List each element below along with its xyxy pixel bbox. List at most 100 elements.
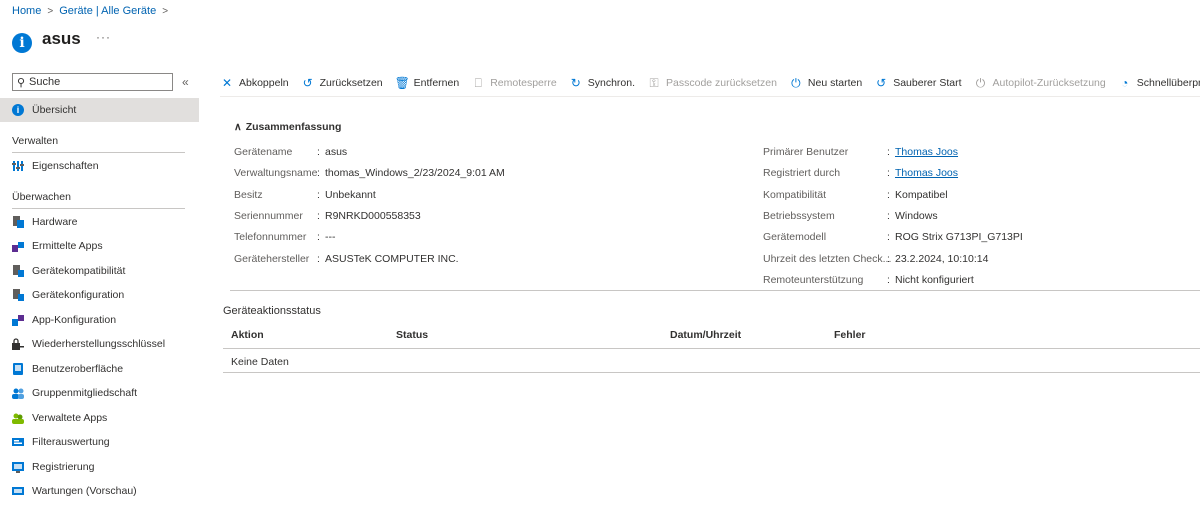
restart-button[interactable]: ⏻ Neu starten (789, 76, 862, 91)
sidebar-item-label: Wartungen (Vorschau) (32, 485, 137, 497)
property-operating-system: Betriebssystem: Windows (763, 210, 938, 222)
info-icon: i (12, 104, 24, 116)
quick-scan-icon: ◔ (1121, 76, 1129, 90)
chevron-up-icon: ∧ (234, 121, 242, 133)
column-header-status[interactable]: Status (396, 329, 428, 341)
collapse-sidebar-button[interactable]: « (182, 75, 189, 89)
apps-icon (12, 240, 24, 252)
configuration-icon (12, 289, 24, 301)
empty-table-message: Keine Daten (231, 356, 289, 368)
summary-toggle[interactable]: ∧ Zusammenfassung (234, 121, 341, 133)
page-title: asus (42, 29, 81, 48)
lock-key-icon (12, 338, 24, 350)
sync-button[interactable]: ↻ Synchron. (569, 76, 635, 90)
sidebar-item-label: Eigenschaften (32, 160, 99, 172)
column-header-action[interactable]: Aktion (231, 329, 264, 341)
undo-icon: ↺ (302, 76, 313, 90)
delete-button[interactable]: 🗑 Entfernen (395, 76, 460, 90)
search-icon: ⚲ (16, 76, 26, 89)
chevron-right-icon: > (162, 5, 169, 17)
breadcrumb: Home > Geräte | Alle Geräte > (12, 5, 174, 17)
breadcrumb-home[interactable]: Home (12, 5, 41, 17)
sidebar-item-managed-apps[interactable]: Verwaltete Apps (0, 406, 199, 430)
divider (223, 372, 1200, 373)
primary-user-link[interactable]: Thomas Joos (895, 146, 958, 158)
search-box[interactable]: ⚲ (12, 73, 173, 91)
sidebar-item-discovered-apps[interactable]: Ermittelte Apps (0, 234, 199, 258)
property-enrolled-by: Registriert durch: Thomas Joos (763, 167, 959, 179)
divider (230, 290, 1200, 291)
sidebar-item-label: Hardware (32, 216, 78, 228)
trash-icon: 🗑 (394, 76, 410, 90)
managed-apps-icon (12, 412, 24, 424)
sidebar-item-label: Gerätekonfiguration (32, 289, 125, 301)
power-icon: ⏻ (791, 75, 801, 90)
section-monitor-heading: Überwachen (12, 191, 71, 203)
sidebar-item-overview[interactable]: i Übersicht (0, 98, 199, 122)
compliance-icon (12, 265, 24, 277)
sidebar-item-label: Registrierung (32, 461, 95, 473)
property-compliance: Kompatibilität: Kompatibel (763, 189, 948, 201)
sidebar-item-label: Benutzeroberfläche (32, 363, 124, 375)
enrollment-icon (12, 461, 24, 473)
sidebar-item-label: Filterauswertung (32, 436, 110, 448)
autopilot-reset-button[interactable]: ⏻ Autopilot-Zurücksetzung (974, 76, 1106, 91)
chevron-right-icon: > (47, 5, 54, 17)
property-management-name: Verwaltungsname: thomas_Windows_2/23/2024… (234, 167, 505, 179)
power-icon: ⏻ (975, 75, 986, 90)
divider (12, 208, 185, 209)
property-phone-number: Telefonnummer: --- (234, 231, 336, 243)
property-device-model: Gerätemodell: ROG Strix G713PI_G713PI (763, 231, 1023, 243)
sidebar-item-label: Gruppenmitgliedschaft (32, 387, 138, 399)
command-bar: ✕ Abkoppeln ↺ Zurücksetzen 🗑 Entfernen ⎕ Rem… (220, 72, 1200, 94)
sidebar-item-properties[interactable]: Eigenschaften (0, 154, 199, 178)
sidebar-item-remediations[interactable]: Wartungen (Vorschau) (0, 479, 199, 503)
info-icon: i (12, 33, 32, 53)
sidebar-item-filter-evaluation[interactable]: Filterauswertung (0, 430, 199, 454)
sync-icon: ↻ (570, 76, 581, 90)
sidebar-item-recovery-keys[interactable]: Wiederherstellungsschlüssel (0, 332, 199, 356)
property-serial-number: Seriennummer: R9NRKD000558353 (234, 210, 421, 222)
filter-evaluation-icon (12, 436, 24, 448)
fresh-start-icon: ↺ (876, 76, 887, 90)
property-remote-assistance: Remoteunterstützung: Nicht konfiguriert (763, 274, 974, 286)
sidebar-item-label: Gerätekompatibilität (32, 265, 126, 277)
sidebar-item-user-experience[interactable]: Benutzeroberfläche (0, 357, 199, 381)
remote-lock-button[interactable]: ⎕ Remotesperre (471, 76, 557, 91)
search-input[interactable] (29, 76, 167, 88)
app-configuration-icon (12, 314, 24, 326)
more-options-button[interactable]: ··· (96, 30, 111, 44)
sidebar-item-group-membership[interactable]: Gruppenmitgliedschaft (0, 381, 199, 405)
fresh-start-button[interactable]: ↺ Sauberer Start (874, 76, 961, 90)
property-device-name: Gerätename: asus (234, 146, 348, 158)
column-header-error[interactable]: Fehler (834, 329, 866, 341)
device-action-status-heading: Geräteaktionsstatus (223, 305, 321, 317)
sidebar-item-device-configuration[interactable]: Gerätekonfiguration (0, 283, 199, 307)
remediations-icon (12, 485, 24, 497)
section-manage-heading: Verwalten (12, 135, 59, 147)
divider (12, 152, 185, 153)
property-primary-user: Primärer Benutzer: Thomas Joos (763, 146, 959, 158)
property-last-checkin: Uhrzeit des letzten Check...: 23.2.2024, … (763, 253, 989, 265)
reset-passcode-button[interactable]: ⚿ Passcode zurücksetzen (647, 75, 776, 91)
sidebar-item-app-configuration[interactable]: App-Konfiguration (0, 308, 199, 332)
sidebar-item-label: Ermittelte Apps (32, 240, 103, 252)
group-icon (12, 387, 24, 399)
breadcrumb-devices[interactable]: Geräte | Alle Geräte (59, 5, 156, 17)
enrolled-by-link[interactable]: Thomas Joos (895, 167, 958, 179)
divider (220, 96, 1200, 97)
sidebar-item-device-compliance[interactable]: Gerätekompatibilität (0, 259, 199, 283)
wipe-button[interactable]: ↺ Zurücksetzen (301, 76, 383, 90)
sidebar-item-hardware[interactable]: Hardware (0, 210, 199, 234)
column-header-datetime[interactable]: Datum/Uhrzeit (670, 329, 741, 341)
key-icon: ⚿ (649, 75, 659, 90)
lock-icon: ⎕ (474, 75, 482, 90)
sidebar-item-label: Wiederherstellungsschlüssel (32, 338, 166, 350)
property-manufacturer: Gerätehersteller: ASUSTeK COMPUTER INC. (234, 253, 459, 265)
divider (223, 348, 1200, 349)
user-experience-icon (12, 363, 24, 375)
sidebar-item-enrollment[interactable]: Registrierung (0, 455, 199, 479)
retire-button[interactable]: ✕ Abkoppeln (220, 76, 289, 90)
quick-scan-button[interactable]: ◔Schnellüberprüfung (1118, 76, 1200, 90)
close-icon: ✕ (221, 76, 233, 90)
